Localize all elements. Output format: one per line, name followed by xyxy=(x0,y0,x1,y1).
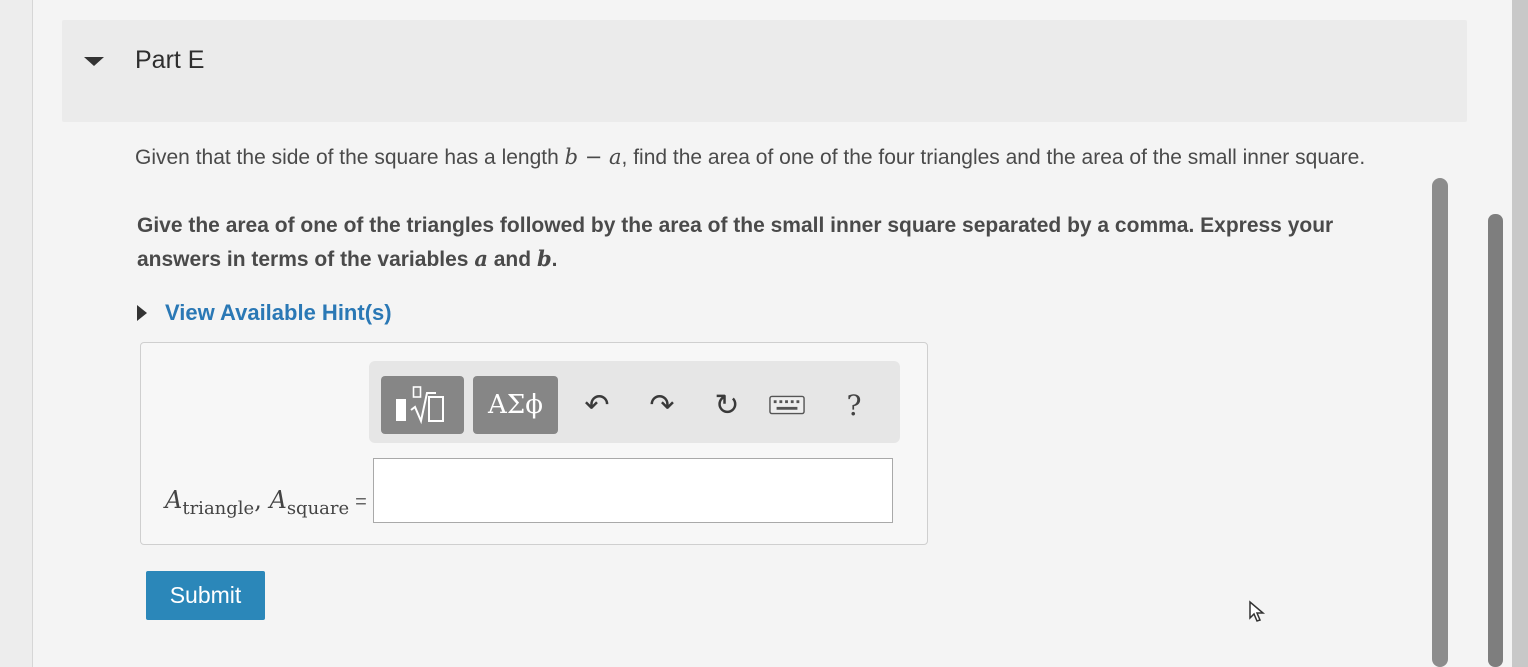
part-header[interactable] xyxy=(62,20,1467,122)
math-toolbar: ΑΣϕ ↶ ↷ ↻ ? xyxy=(369,361,900,443)
reset-button[interactable]: ↻ xyxy=(709,387,745,423)
instruction-text-pre: Give the area of one of the triangles fo… xyxy=(137,214,1334,271)
subscript-triangle: triangle xyxy=(182,498,255,519)
templates-icon xyxy=(395,386,444,425)
side-length-expression: b − a xyxy=(564,145,622,169)
view-hints-link[interactable]: View Available Hint(s) xyxy=(137,300,392,326)
question-text-pre: Given that the side of the square has a … xyxy=(135,146,565,169)
keyboard-button[interactable] xyxy=(769,387,805,423)
expand-arrow-icon xyxy=(137,305,147,321)
redo-button[interactable]: ↷ xyxy=(644,387,680,423)
templates-button[interactable] xyxy=(381,376,464,434)
scrollbar-thumb[interactable] xyxy=(1488,214,1503,667)
reset-icon: ↻ xyxy=(714,388,740,422)
part-title: Part E xyxy=(135,46,205,74)
scrollbar-track[interactable] xyxy=(1432,178,1448,667)
area-variable-1: A xyxy=(165,486,183,514)
greek-symbols-button[interactable]: ΑΣϕ xyxy=(473,376,558,434)
undo-button[interactable]: ↶ xyxy=(579,387,615,423)
collapse-arrow-icon[interactable] xyxy=(84,57,104,66)
equals-sign: = xyxy=(355,491,367,513)
instruction-text-mid: and xyxy=(487,248,537,271)
right-edge xyxy=(1512,0,1528,667)
variable-a: a xyxy=(474,246,488,271)
answer-label: Atriangle, Asquare = xyxy=(165,486,367,519)
question-text: Given that the side of the square has a … xyxy=(135,141,1385,174)
answer-separator: , xyxy=(254,486,270,514)
question-text-post: , find the area of one of the four trian… xyxy=(621,146,1366,169)
submit-button[interactable]: Submit xyxy=(146,571,265,620)
keyboard-icon xyxy=(769,395,805,415)
instruction-text-post: . xyxy=(551,248,558,271)
mouse-cursor-icon xyxy=(1249,600,1266,622)
undo-icon: ↶ xyxy=(584,388,610,422)
help-button[interactable]: ? xyxy=(836,387,872,423)
left-panel-edge xyxy=(0,0,33,667)
area-variable-2: A xyxy=(269,486,287,514)
variable-b: b xyxy=(536,246,552,271)
redo-icon: ↷ xyxy=(649,388,675,422)
instruction-text: Give the area of one of the triangles fo… xyxy=(137,209,1377,276)
hint-label: View Available Hint(s) xyxy=(165,300,392,325)
subscript-square: square xyxy=(286,498,350,519)
answer-input[interactable] xyxy=(373,458,893,523)
